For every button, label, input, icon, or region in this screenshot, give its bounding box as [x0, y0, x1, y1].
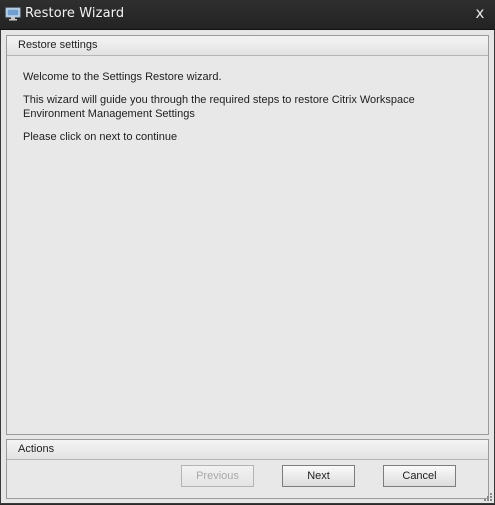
close-icon[interactable]: x	[473, 5, 487, 21]
window-title: Restore Wizard	[25, 6, 125, 21]
monitor-icon	[5, 6, 21, 22]
welcome-text: Welcome to the Settings Restore wizard.	[23, 71, 222, 83]
actions-header: Actions	[7, 440, 488, 460]
restore-settings-group: Restore settings Welcome to the Settings…	[6, 35, 489, 435]
guide-text: This wizard will guide you through the r…	[23, 94, 415, 120]
title-bar[interactable]: Restore Wizard x	[0, 0, 495, 30]
resize-grip-icon[interactable]	[483, 492, 493, 502]
previous-button[interactable]: Previous	[181, 465, 254, 487]
restore-wizard-window: Restore Wizard x Restore settings Welcom…	[0, 0, 495, 504]
cancel-button[interactable]: Cancel	[383, 465, 456, 487]
wizard-client-area: Restore settings Welcome to the Settings…	[1, 30, 494, 503]
actions-group: Actions Previous Next Cancel	[6, 439, 489, 499]
continue-text: Please click on next to continue	[23, 131, 178, 143]
wizard-description: Welcome to the Settings Restore wizard. …	[23, 70, 473, 153]
restore-settings-header: Restore settings	[7, 36, 488, 56]
next-button[interactable]: Next	[282, 465, 355, 487]
